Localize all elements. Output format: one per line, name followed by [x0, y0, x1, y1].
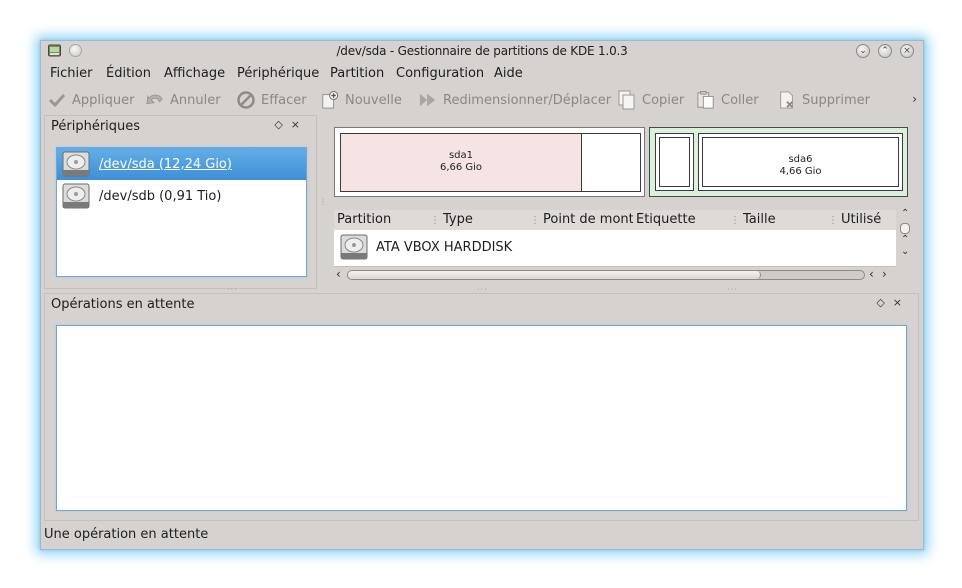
status-bar: Une opération en attente [44, 527, 209, 542]
maximize-button[interactable]: ⌃ [878, 44, 892, 58]
menu-configuration[interactable]: Configuration [396, 66, 484, 81]
unallocated-block[interactable] [582, 133, 641, 192]
devices-panel-title: Périphériques [51, 119, 141, 134]
delete-button[interactable]: Supprimer [778, 90, 870, 110]
new-partition-button[interactable]: Nouvelle [321, 90, 402, 110]
app-window: /dev/sda - Gestionnaire de partitions de… [40, 40, 924, 550]
scroll-left-icon[interactable]: ‹ [336, 267, 341, 281]
scrollbar-track[interactable] [347, 270, 865, 280]
scroll-up-icon[interactable]: ⌃ [901, 208, 909, 219]
close-icon[interactable]: × [291, 118, 308, 131]
hard-disk-icon [62, 183, 90, 209]
scrollbar-thumb[interactable] [900, 223, 910, 234]
devices-panel-controls: ◇× [274, 118, 308, 131]
pending-operations-list[interactable] [56, 325, 907, 511]
device-item-sdb[interactable]: /dev/sdb (0,91 Tio) [57, 180, 306, 212]
menu-edition[interactable]: Édition [106, 66, 151, 81]
float-icon[interactable]: ◇ [876, 296, 892, 309]
vertical-scrollbar[interactable]: ⌃ ⌃ ⌄ [898, 208, 912, 282]
partition-size: 6,66 Gio [439, 162, 483, 173]
devices-panel: Périphériques ◇× /dev/sda (12,24 Gio) /d… [44, 115, 317, 289]
scroll-down-icon[interactable]: ⌄ [901, 246, 909, 257]
fast-forward-icon [419, 91, 437, 109]
paste-icon [697, 91, 715, 109]
partition-block-small[interactable] [655, 133, 694, 191]
close-button[interactable]: × [900, 44, 914, 58]
menu-aide[interactable]: Aide [494, 66, 523, 81]
float-icon[interactable]: ◇ [274, 118, 290, 131]
hard-disk-icon [62, 151, 90, 177]
scroll-left-icon[interactable]: ‹ [869, 267, 874, 281]
device-label: /dev/sdb (0,91 Tio) [99, 188, 222, 204]
column-header-used[interactable]: ⋮ Utilisé [828, 212, 896, 227]
pending-operations-title: Opérations en attente [51, 297, 195, 312]
row-device-name: ATA VBOX HARDDISK [376, 240, 513, 255]
hard-disk-icon [340, 234, 368, 260]
partition-block-extended[interactable]: sda6 4,66 Gio [649, 127, 908, 197]
column-header-type[interactable]: ⋮ Type [430, 212, 528, 227]
ops-panel-controls: ◇× [876, 296, 910, 309]
delete-icon [778, 91, 796, 109]
menu-bar: Fichier Édition Affichage Périphérique P… [41, 64, 923, 84]
checkmark-icon [48, 91, 66, 109]
window-title: /dev/sda - Gestionnaire de partitions de… [336, 44, 628, 58]
partition-map-primary: sda1 6,66 Gio [334, 127, 645, 197]
menu-peripherique[interactable]: Périphérique [237, 66, 319, 81]
partition-view: sda1 6,66 Gio sda6 4,66 Gio Partition ⋮ T… [334, 127, 910, 287]
partition-table: Partition ⋮Type ⋮Point de montage Étique… [334, 210, 896, 282]
copy-icon [618, 90, 636, 110]
device-list[interactable]: /dev/sda (12,24 Gio) /dev/sdb (0,91 Tio) [56, 147, 307, 277]
scroll-up-icon[interactable]: ⌃ [901, 234, 909, 245]
toolbar-overflow-button[interactable]: › [912, 92, 917, 106]
apply-button[interactable]: Appliquer [48, 90, 134, 110]
copy-button[interactable]: Copier [618, 90, 684, 110]
menu-affichage[interactable]: Affichage [164, 66, 225, 81]
column-header-size[interactable]: ⋮ Taille [730, 212, 828, 227]
menu-fichier[interactable]: Fichier [50, 66, 93, 81]
undo-button[interactable]: Annuler [146, 90, 221, 110]
table-row[interactable]: ATA VBOX HARDDISK [334, 230, 896, 267]
splitter-handle[interactable]: ⋮ [319, 197, 328, 206]
resize-move-button[interactable]: Redimensionner/Déplacer [419, 90, 611, 110]
cancel-icon [237, 91, 255, 109]
new-document-icon [321, 91, 339, 109]
column-header-label[interactable]: Étiquette [636, 212, 731, 227]
scroll-right-icon[interactable]: › [882, 267, 887, 281]
clear-button[interactable]: Effacer [237, 90, 307, 110]
partition-block-sda6[interactable]: sda6 4,66 Gio [698, 133, 903, 191]
menu-partition[interactable]: Partition [330, 66, 384, 81]
device-item-sda[interactable]: /dev/sda (12,24 Gio) [57, 148, 306, 180]
column-header-partition[interactable]: Partition [337, 212, 429, 227]
column-header-mount-point[interactable]: ⋮Point de montage [530, 212, 633, 227]
partition-name: sda6 [788, 154, 813, 165]
undo-icon [146, 91, 164, 109]
partition-size: 4,66 Gio [779, 166, 822, 177]
toolbar: Appliquer Annuler Effacer Nouvelle Redim… [41, 87, 923, 111]
horizontal-scrollbar[interactable]: ‹ ‹ › [334, 267, 896, 282]
minimize-button[interactable]: ⌄ [856, 44, 870, 58]
partition-name: sda1 [448, 150, 474, 161]
scrollbar-thumb[interactable] [348, 271, 761, 279]
close-icon[interactable]: × [893, 296, 910, 309]
pending-operations-panel: Opérations en attente ◇× [44, 293, 919, 521]
partition-block-sda1[interactable]: sda1 6,66 Gio [340, 133, 582, 192]
device-label: /dev/sda (12,24 Gio) [99, 156, 232, 172]
table-header: Partition ⋮Type ⋮Point de montage Étique… [334, 210, 896, 230]
paste-button[interactable]: Coller [697, 90, 759, 110]
title-bar[interactable]: /dev/sda - Gestionnaire de partitions de… [41, 41, 923, 61]
